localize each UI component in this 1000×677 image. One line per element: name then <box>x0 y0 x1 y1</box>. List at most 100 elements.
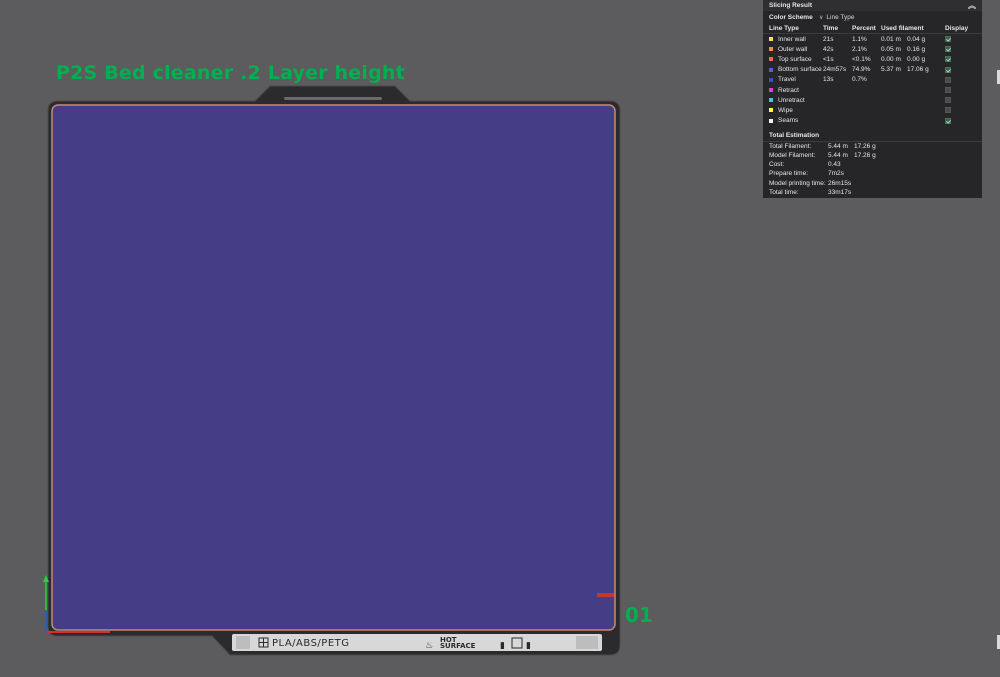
line-type-row: Inner wall 21s 1.1% 0.01 m 0.04 g <box>763 34 982 44</box>
line-type-name: Seams <box>769 117 823 124</box>
trash-icon-left: ▮ <box>500 641 505 651</box>
time-cell: 21s <box>823 35 834 43</box>
hot-surface-label: HOT SURFACE <box>440 637 476 650</box>
color-scheme-label: Color Scheme <box>769 13 813 21</box>
header-time: Time <box>823 24 839 32</box>
estimation-value-2: 17.26 g <box>854 142 876 150</box>
header-used-filament: Used filament <box>881 24 924 32</box>
line-type-row: Unretract <box>763 95 982 105</box>
grams-cell: 17.06 g <box>907 66 929 74</box>
estimation-value-1: 33m17s <box>828 188 852 196</box>
line-type-name: Outer wall <box>769 46 823 53</box>
display-checkbox[interactable] <box>945 97 951 104</box>
line-type-rows: Inner wall 21s 1.1% 0.01 m 0.04 g Outer wall 4… <box>763 34 982 126</box>
display-checkbox[interactable] <box>945 66 951 73</box>
line-type-row: Retract <box>763 85 982 95</box>
estimation-label: Total Filament: <box>769 142 812 150</box>
line-type-name: Bottom surface <box>769 66 823 73</box>
collapse-icon[interactable]: ︽ <box>968 0 976 11</box>
line-type-table-header: Line Type Time Percent Used filament Dis… <box>763 23 982 34</box>
time-cell: 42s <box>823 45 834 53</box>
header-percent: Percent <box>852 24 876 32</box>
estimation-label: Model Filament: <box>769 151 816 159</box>
heat-icon: ♨ <box>425 641 433 651</box>
grams-cell: 0.04 g <box>907 35 926 43</box>
line-type-row: Outer wall 42s 2.1% 0.05 m 0.16 g <box>763 44 982 54</box>
estimation-label: Prepare time: <box>769 170 809 178</box>
hot-label-line2: SURFACE <box>440 642 476 650</box>
line-type-label: Bottom surface <box>778 66 822 74</box>
line-type-label: Inner wall <box>778 35 806 43</box>
estimation-value-1: 7m2s <box>828 170 844 178</box>
estimation-row: Total Filament: 5.44 m 17.26 g <box>763 142 982 151</box>
display-checkbox[interactable] <box>945 46 951 53</box>
bed-label-box-1 <box>236 636 250 649</box>
estimation-value-1: 5.44 m <box>828 151 848 159</box>
handle-slot <box>284 97 382 100</box>
estimation-value-2: 17.26 g <box>854 151 876 159</box>
meters-cell: 0.05 m <box>881 45 901 53</box>
estimation-label: Total time: <box>769 188 799 196</box>
panel-title: Slicing Result <box>769 2 812 9</box>
color-swatch <box>769 77 773 82</box>
chevron-down-icon: ∨ <box>819 14 824 21</box>
trash-icon-right: ▮ <box>526 641 531 651</box>
color-swatch <box>769 98 773 103</box>
panel-header: Slicing Result ︽ <box>763 0 982 11</box>
grams-cell: 0.16 g <box>907 45 926 53</box>
plate-number[interactable]: 01 <box>625 603 653 627</box>
bed-label-box-2 <box>576 636 598 649</box>
percent-cell: 0.7% <box>852 76 867 84</box>
line-type-row: Top surface <1s <0.1% 0.00 m 0.00 g <box>763 54 982 64</box>
line-type-row: Travel 13s 0.7% <box>763 75 982 85</box>
display-checkbox[interactable] <box>945 36 951 43</box>
color-scheme-select[interactable]: ∨ Line Type <box>819 14 854 21</box>
estimation-row: Total time: 33m17s <box>763 188 982 197</box>
time-cell: 13s <box>823 76 834 84</box>
display-checkbox[interactable] <box>945 107 951 114</box>
grams-cell: 0.00 g <box>907 55 926 63</box>
line-type-label: Travel <box>778 76 796 84</box>
meters-cell: 5.37 m <box>881 66 901 74</box>
estimation-value-1: 26m15s <box>828 179 852 187</box>
line-type-label: Unretract <box>778 96 805 104</box>
display-checkbox[interactable] <box>945 56 951 63</box>
bed-material-label: PLA/ABS/PETG <box>272 638 350 649</box>
display-checkbox[interactable] <box>945 87 951 94</box>
line-type-label: Retract <box>778 86 799 94</box>
estimation-row: Cost: 0.43 <box>763 160 982 169</box>
percent-cell: <0.1% <box>852 55 871 63</box>
color-swatch <box>769 47 773 52</box>
header-display: Display <box>945 24 969 32</box>
meters-cell: 0.00 m <box>881 55 901 63</box>
estimation-row: Model Filament: 5.44 m 17.26 g <box>763 151 982 160</box>
estimation-title: Total Estimation <box>763 131 982 142</box>
display-checkbox[interactable] <box>945 76 951 83</box>
percent-cell: 74.9% <box>852 66 871 74</box>
line-type-name: Unretract <box>769 97 823 104</box>
color-swatch <box>769 108 773 113</box>
line-type-label: Outer wall <box>778 45 808 53</box>
slicing-result-panel: Slicing Result ︽ Color Scheme ∨ Line Typ… <box>763 0 982 198</box>
meters-cell: 0.01 m <box>881 35 901 43</box>
header-line-type: Line Type <box>769 24 799 32</box>
line-type-label: Top surface <box>778 55 812 63</box>
line-type-name: Wipe <box>769 107 823 114</box>
line-type-name: Travel <box>769 76 823 83</box>
time-cell: 24m57s <box>823 66 847 74</box>
object-marker <box>597 593 614 597</box>
line-type-row: Bottom surface 24m57s 74.9% 5.37 m 17.06 g <box>763 65 982 75</box>
estimation-label: Cost: <box>769 161 785 169</box>
color-scheme-row: Color Scheme ∨ Line Type <box>763 11 982 23</box>
line-type-name: Retract <box>769 87 823 94</box>
color-swatch <box>769 88 773 93</box>
line-type-row: Seams <box>763 116 982 126</box>
estimation-rows: Total Filament: 5.44 m 17.26 g Model Filame… <box>763 142 982 197</box>
estimation-row: Prepare time: 7m2s <box>763 169 982 178</box>
estimation-value-1: 5.44 m <box>828 142 848 150</box>
bed-surface <box>51 104 616 631</box>
color-swatch <box>769 37 773 42</box>
display-checkbox[interactable] <box>945 117 951 124</box>
line-type-label: Wipe <box>778 106 793 114</box>
percent-cell: 2.1% <box>852 45 867 53</box>
